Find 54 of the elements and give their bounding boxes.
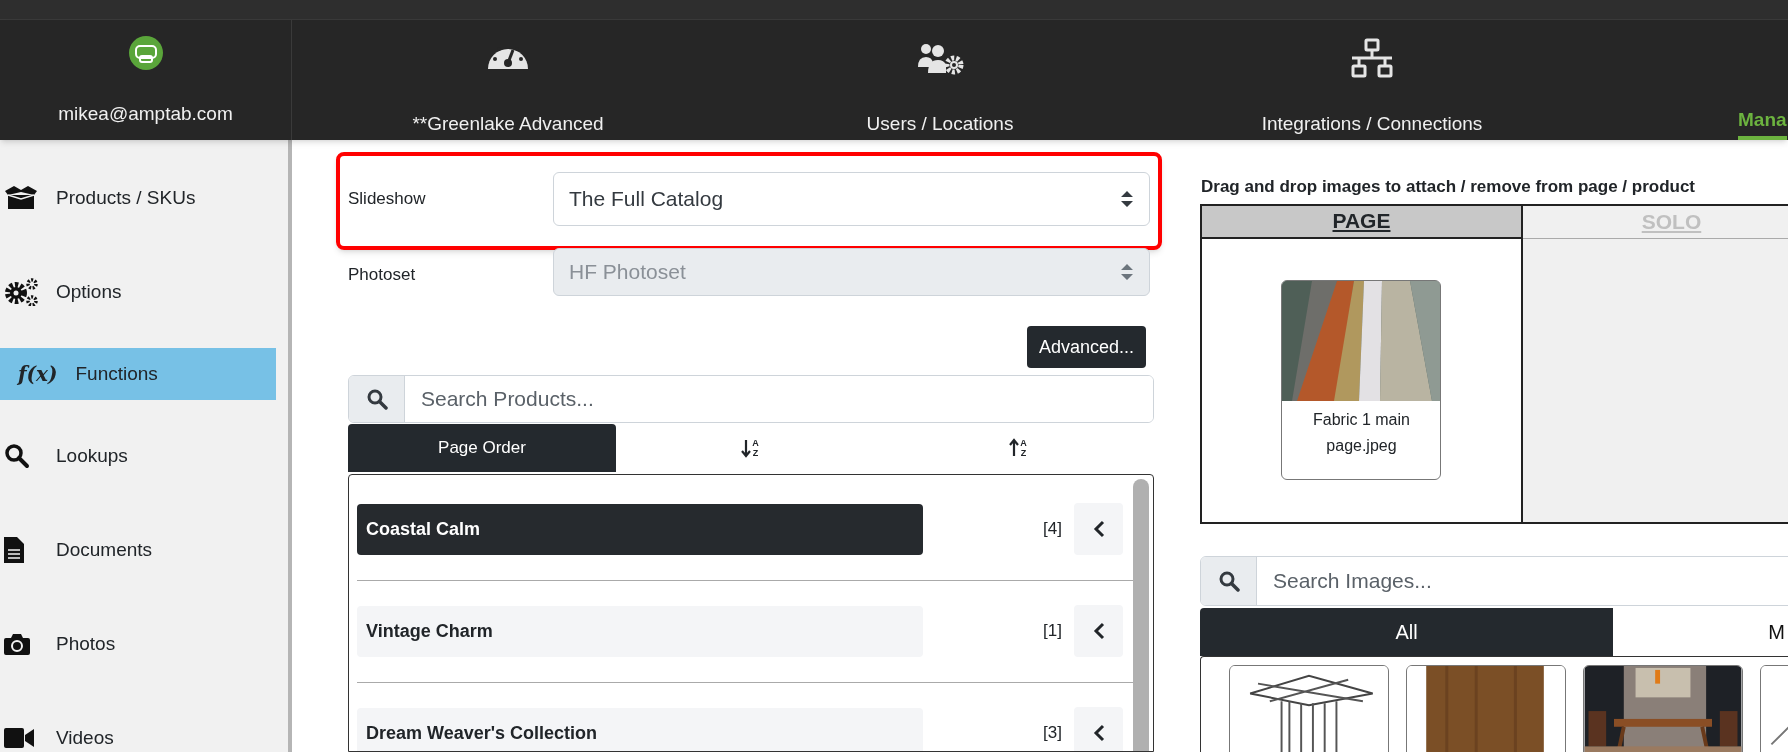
product-item[interactable]: Dream Weaver's Collection bbox=[357, 707, 923, 751]
image-card[interactable]: Fabric 1 main page.jpeg bbox=[1281, 279, 1442, 480]
advanced-button[interactable]: Advanced... bbox=[1026, 326, 1146, 368]
arrow-up-icon bbox=[1009, 438, 1020, 458]
camera-icon bbox=[4, 633, 30, 655]
collapse-button[interactable] bbox=[1074, 707, 1123, 751]
network-icon bbox=[1350, 38, 1394, 78]
nav-tab[interactable]: **Greenlake Advanced bbox=[412, 110, 604, 139]
search-icon bbox=[4, 443, 30, 469]
sidebar-item[interactable]: Photos bbox=[0, 618, 276, 670]
gauge-icon bbox=[488, 47, 528, 69]
field-label: Photoset bbox=[348, 264, 417, 286]
collapse-button[interactable] bbox=[1074, 503, 1123, 556]
users-gear-icon bbox=[916, 41, 964, 75]
field-label: Slideshow bbox=[348, 188, 427, 210]
logo-icon bbox=[128, 36, 163, 70]
sidebar-item[interactable]: Videos bbox=[0, 712, 276, 752]
nav-tab[interactable]: Users / Locations bbox=[866, 110, 1014, 139]
sidebar-item[interactable]: Lookups bbox=[0, 430, 276, 482]
collapse-button[interactable] bbox=[1074, 605, 1123, 658]
select-arrows-icon bbox=[1120, 190, 1134, 208]
product-item[interactable]: Vintage Charm bbox=[357, 605, 923, 657]
image-caption: Fabric 1 main page.jpeg bbox=[1312, 409, 1411, 456]
sidebar-item[interactable]: Products / SKUs bbox=[0, 172, 276, 224]
sort-icon: A Z bbox=[741, 438, 759, 458]
sidebar-item[interactable]: Options bbox=[0, 266, 276, 318]
search-icon bbox=[365, 388, 388, 411]
nav-tab[interactable]: Integrations / Connections bbox=[1261, 110, 1483, 139]
chevron-left-icon bbox=[1092, 622, 1105, 641]
account-email: mikea@amptab.com bbox=[58, 102, 233, 126]
nav-tab[interactable]: Mana bbox=[1738, 105, 1787, 140]
sidebar-item[interactable]: Documents bbox=[0, 524, 276, 576]
chevron-left-icon bbox=[1092, 520, 1105, 539]
panel-heading: Drag and drop images to attach / remove from page / product bbox=[1200, 176, 1697, 198]
image-tab[interactable]: All bbox=[1200, 607, 1613, 656]
box-icon bbox=[4, 185, 38, 211]
arrow-down-icon bbox=[741, 438, 752, 458]
video-camera-icon bbox=[4, 728, 34, 748]
item-count: [4] bbox=[1043, 518, 1062, 541]
function-icon: f(x) bbox=[18, 360, 62, 388]
sort-icon: A Z bbox=[1009, 438, 1027, 458]
document-icon bbox=[4, 537, 24, 563]
select-field[interactable]: The Full Catalog bbox=[553, 172, 1150, 226]
sidebar-item[interactable]: f(x) Functions bbox=[0, 348, 276, 400]
item-count: [1] bbox=[1043, 620, 1062, 643]
scrollbar[interactable] bbox=[1133, 478, 1149, 751]
sort-tab[interactable]: Page Order bbox=[348, 424, 616, 472]
item-count: [3] bbox=[1043, 722, 1062, 745]
panel-tab[interactable]: PAGE bbox=[1202, 205, 1523, 239]
product-item[interactable]: Coastal Calm bbox=[357, 503, 923, 555]
search-icon bbox=[1217, 569, 1240, 592]
select-arrows-icon bbox=[1120, 263, 1134, 281]
gears-icon bbox=[4, 278, 38, 306]
chevron-left-icon bbox=[1092, 724, 1105, 743]
